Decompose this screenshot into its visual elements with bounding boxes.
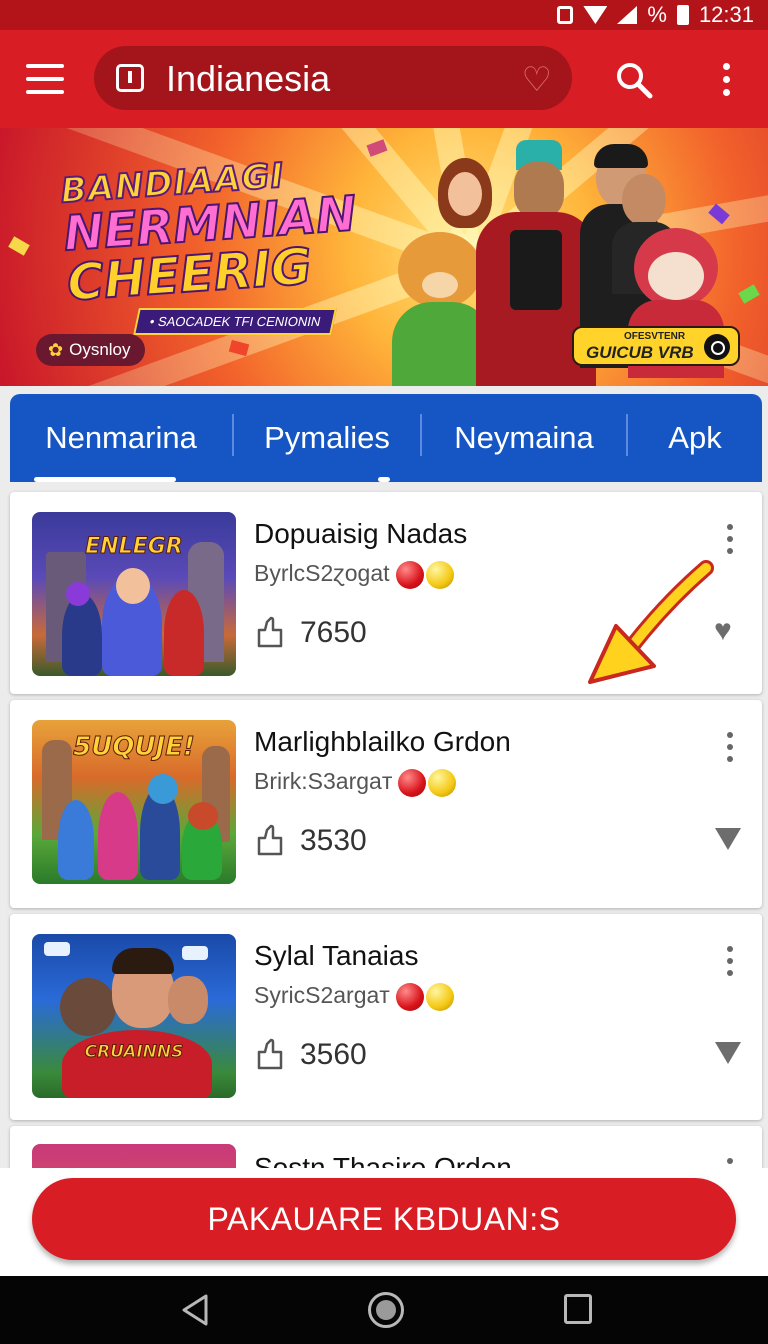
item-subtitle-text: SyricS2argaт	[254, 982, 390, 1008]
banner-title: BANDIAAGI NERMNIAN CHEERIG	[58, 154, 362, 313]
tab-pymalies[interactable]: Pymalies	[234, 394, 420, 482]
app-icon	[116, 64, 144, 92]
promo-banner[interactable]: BANDIAAGI NERMNIAN CHEERIG • SAOCADEK TF…	[0, 128, 768, 386]
primary-cta-button[interactable]: PAKAUARE KBDUAN:S	[32, 1178, 736, 1260]
red-balloon-icon	[395, 560, 424, 589]
banner-chip-right-label: GUICUB VRB	[586, 343, 694, 362]
category-tabs: Nenmarina Pymalies Neymaina Apk	[10, 394, 762, 482]
red-balloon-icon	[395, 982, 424, 1011]
item-more-icon[interactable]	[724, 730, 736, 764]
banner-chip-right-small: OFESVTENR	[624, 331, 686, 342]
item-more-icon[interactable]	[724, 522, 736, 556]
banner-chip-left[interactable]: ✿ Oysnloy	[36, 334, 145, 366]
banner-chip-right[interactable]: OFESVTENR GUICUB VRB	[572, 326, 740, 366]
yellow-balloon-icon	[425, 982, 454, 1011]
tab-nenmarina[interactable]: Nenmarina	[10, 394, 232, 482]
home-icon[interactable]	[368, 1292, 404, 1328]
yellow-balloon-icon	[428, 768, 457, 797]
status-bar: % 12:31	[0, 0, 768, 30]
game-thumbnail[interactable]: ENLEGR	[32, 512, 236, 676]
recents-icon[interactable]	[564, 1294, 592, 1324]
badge-icon	[704, 334, 730, 360]
title-pill[interactable]: Indianesia ♡	[94, 46, 572, 110]
more-icon[interactable]	[716, 60, 736, 100]
like-icon[interactable]	[256, 1038, 284, 1070]
game-thumbnail[interactable]: 5UQUJE!	[32, 720, 236, 884]
confetti-decoration	[8, 236, 30, 256]
bottom-action-area: PAKAUARE KBDUAN:S	[0, 1168, 768, 1276]
app-title: Indianesia	[166, 58, 331, 99]
heart-icon[interactable]: ♡	[522, 60, 552, 100]
item-count: 3560	[300, 1038, 367, 1071]
confetti-decoration	[738, 284, 760, 304]
red-balloon-icon	[398, 768, 427, 797]
item-subtitle: SyricS2argaт	[254, 982, 454, 1011]
nfc-icon	[557, 6, 574, 24]
tab-apk[interactable]: Apk	[628, 394, 762, 482]
banner-tagline: • SAOCADEK TFI CENIONIN	[133, 308, 338, 335]
item-favorite-icon[interactable]	[714, 826, 742, 852]
list-item[interactable]: 5UQUJE! Marlighblailko Grdon Brirk:S3arg…	[10, 700, 762, 908]
item-count: 7650	[300, 616, 367, 649]
item-title[interactable]: Marlighblailko Grdon	[254, 726, 511, 758]
system-nav-bar	[0, 1276, 768, 1344]
item-title[interactable]: Dopuaisig Nadas	[254, 518, 467, 550]
item-title[interactable]: Sylal Tanaias	[254, 940, 418, 972]
item-count: 3530	[300, 824, 367, 857]
list-item[interactable]: CRUAINNS Sylal Tanaias SyricS2argaт 3560	[10, 914, 762, 1120]
thumbnail-title: 5UQUJE!	[73, 732, 196, 763]
search-icon[interactable]	[614, 60, 654, 100]
yellow-balloon-icon	[425, 560, 454, 589]
item-favorite-icon[interactable]	[714, 1040, 742, 1066]
signal-icon	[617, 6, 638, 24]
item-subtitle: Brirk:S3argaт	[254, 768, 457, 797]
item-more-icon[interactable]	[724, 944, 736, 978]
wifi-icon	[583, 6, 608, 24]
arrow-annotation	[588, 560, 714, 684]
banner-chip-left-label: Oysnloy	[69, 340, 131, 359]
tab-indicator	[34, 477, 176, 482]
battery-percent: %	[647, 2, 667, 27]
item-subtitle: ByrlcS2ɀogat	[254, 560, 454, 589]
thumbnail-title: CRUAINNS	[84, 1042, 184, 1063]
tab-neymaina[interactable]: Neymaina	[422, 394, 626, 482]
item-subtitle-text: Brirk:S3argaт	[254, 768, 393, 794]
thumbnail-title: ENLEGR	[85, 534, 184, 560]
flower-icon: ✿	[48, 339, 64, 360]
like-icon[interactable]	[256, 616, 284, 648]
game-thumbnail[interactable]: CRUAINNS	[32, 934, 236, 1098]
item-subtitle-text: ByrlcS2ɀogat	[254, 560, 390, 586]
status-time: 12:31	[698, 2, 754, 27]
tab-indicator-secondary	[378, 477, 390, 482]
back-icon[interactable]	[178, 1292, 212, 1328]
battery-icon	[676, 5, 689, 25]
menu-icon[interactable]	[26, 64, 64, 94]
like-icon[interactable]	[256, 824, 284, 856]
